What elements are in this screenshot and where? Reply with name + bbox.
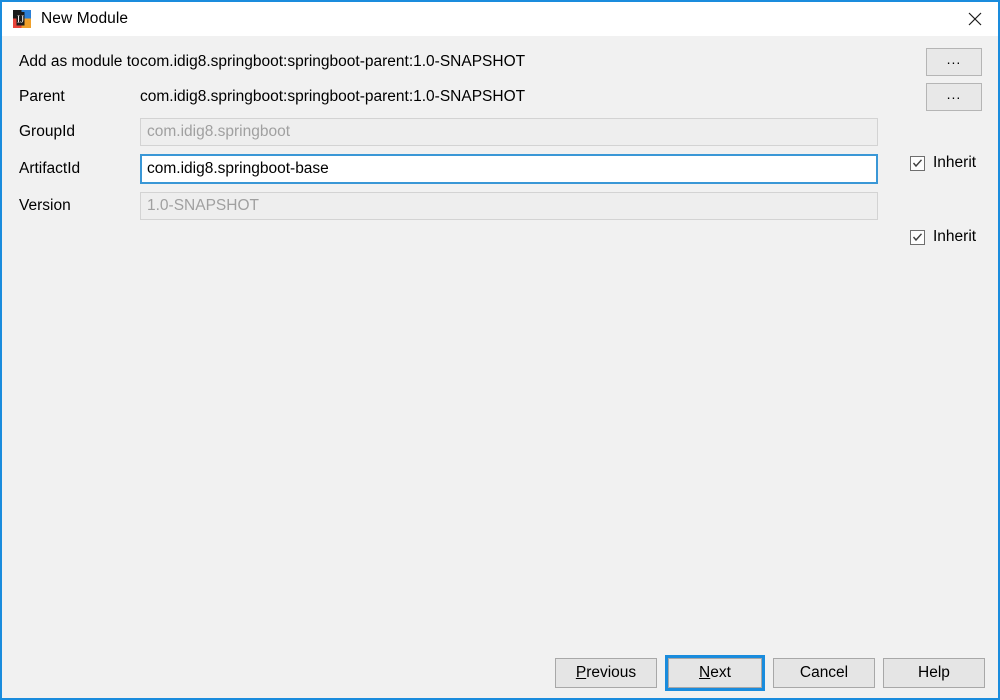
label-artifact-id: ArtifactId xyxy=(2,160,140,178)
ellipsis-icon: ... xyxy=(947,85,962,103)
label-parent: Parent xyxy=(2,88,140,106)
intellij-idea-icon: IJ xyxy=(12,9,32,29)
browse-parent-button[interactable]: ... xyxy=(926,83,982,111)
inherit-version-checkbox[interactable]: Inherit xyxy=(910,228,976,246)
inherit-groupid-checkbox[interactable]: Inherit xyxy=(910,154,976,172)
previous-button[interactable]: Previous xyxy=(555,658,657,688)
label-version: Version xyxy=(2,197,140,215)
cancel-button[interactable]: Cancel xyxy=(773,658,875,688)
field-row-group-id: GroupId xyxy=(2,117,998,147)
inherit-groupid-label: Inherit xyxy=(933,154,976,172)
svg-text:IJ: IJ xyxy=(17,15,24,26)
checkbox-checked-icon xyxy=(910,230,925,245)
value-add-as-module-to: com.idig8.springboot:springboot-parent:1… xyxy=(140,53,998,71)
inherit-version-label: Inherit xyxy=(933,228,976,246)
next-button-face: Next xyxy=(668,658,762,688)
next-button-mnemonic: N xyxy=(699,664,710,682)
previous-button-label: revious xyxy=(586,664,636,682)
label-add-as-module-to: Add as module to xyxy=(2,53,140,71)
new-module-dialog: IJ New Module Add as module to com.idig8… xyxy=(0,0,1000,700)
dialog-footer: Previous Next Cancel Help xyxy=(2,636,998,698)
cancel-button-label: Cancel xyxy=(800,664,848,682)
group-id-input[interactable] xyxy=(140,118,878,146)
field-row-version: Version xyxy=(2,191,998,221)
next-button[interactable]: Next xyxy=(665,655,765,691)
value-parent: com.idig8.springboot:springboot-parent:1… xyxy=(140,88,998,106)
checkbox-checked-icon xyxy=(910,156,925,171)
browse-add-as-module-to-button[interactable]: ... xyxy=(926,48,982,76)
close-icon[interactable] xyxy=(952,2,998,35)
dialog-content: Add as module to com.idig8.springboot:sp… xyxy=(2,36,998,698)
window-title: New Module xyxy=(41,10,128,28)
ellipsis-icon: ... xyxy=(947,50,962,68)
next-button-label: ext xyxy=(710,664,731,682)
version-input[interactable] xyxy=(140,192,878,220)
label-group-id: GroupId xyxy=(2,123,140,141)
artifact-id-input[interactable] xyxy=(140,154,878,184)
field-row-artifact-id: ArtifactId xyxy=(2,154,998,184)
field-row-parent: Parent com.idig8.springboot:springboot-p… xyxy=(2,82,998,112)
field-row-add-as-module-to: Add as module to com.idig8.springboot:sp… xyxy=(2,47,998,77)
title-bar: IJ New Module xyxy=(2,2,998,36)
previous-button-mnemonic: P xyxy=(576,664,586,682)
help-button-label: Help xyxy=(918,664,950,682)
help-button[interactable]: Help xyxy=(883,658,985,688)
